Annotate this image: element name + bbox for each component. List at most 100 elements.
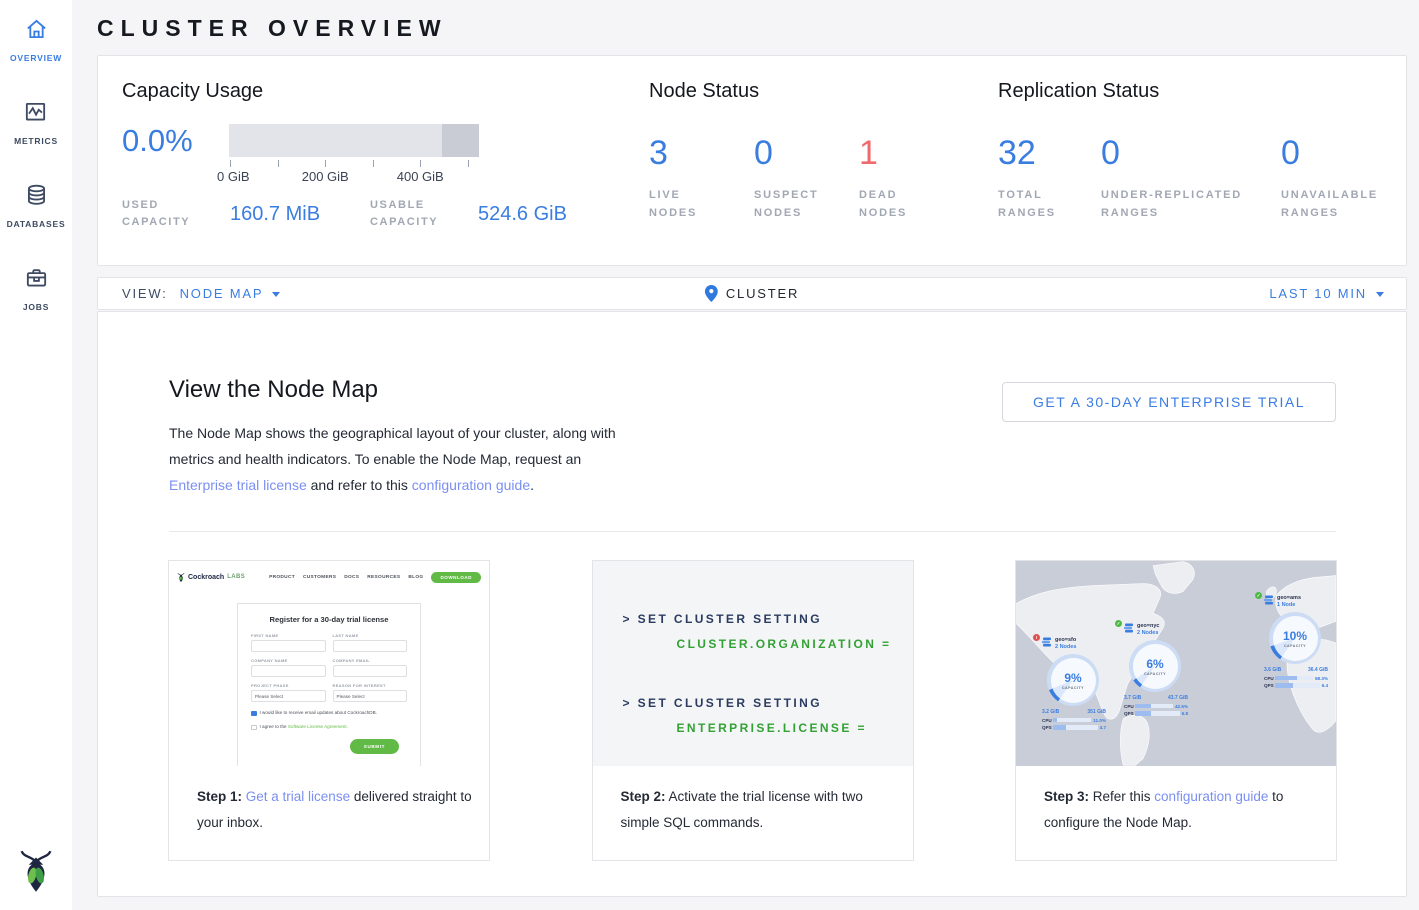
- capacity-label: CAPACITY: [1284, 644, 1306, 648]
- capacity-label: CAPACITY: [1144, 672, 1166, 676]
- field-label: COMPANY EMAIL: [333, 658, 408, 663]
- trial-register-form: Register for a 30-day trial license FIRS…: [237, 603, 421, 766]
- usable-capacity-value: 524.6 GiB: [478, 203, 567, 226]
- license-agreement-link: Software License Agreement.: [288, 724, 348, 729]
- configuration-guide-link[interactable]: configuration guide: [1154, 789, 1268, 804]
- capacity-total: 36.4 GiB: [1308, 667, 1328, 673]
- form-title: Register for a 30-day trial license: [251, 615, 407, 624]
- node-map-heading: View the Node Map: [169, 376, 378, 404]
- capacity-donut: 9% CAPACITY: [1047, 654, 1099, 706]
- stat-label: DEAD NODES: [859, 186, 937, 222]
- locality-name: geo=nyc: [1137, 623, 1159, 629]
- mini-cockroach-logo: Cockroach LABS: [177, 572, 245, 583]
- chevron-down-icon: [272, 292, 280, 297]
- capacity-percent: 9%: [1064, 671, 1081, 685]
- sidebar-item-metrics[interactable]: METRICS: [14, 99, 58, 146]
- usable-capacity-label: USABLE CAPACITY: [370, 197, 464, 231]
- text-input: [333, 640, 408, 652]
- cpu-label: CPU: [1264, 676, 1273, 681]
- configuration-guide-link[interactable]: configuration guide: [412, 477, 530, 493]
- stat-under-replicated-ranges: 0 UNDER-REPLICATED RANGES: [1101, 133, 1281, 222]
- stat-value: 0: [1101, 133, 1281, 173]
- section-divider: [169, 531, 1336, 532]
- checkbox-text: I agree to the: [260, 724, 288, 729]
- step1-card: Cockroach LABS PRODUCT CUSTOMERS DOCS RE…: [168, 560, 490, 861]
- cluster-summary-panel: Capacity Usage 0.0% 0 GiB 200 GiB 400 Gi…: [97, 55, 1407, 266]
- briefcase-icon: [23, 265, 50, 296]
- view-selector-value: NODE MAP: [180, 286, 264, 301]
- capacity-total: 351 GiB: [1087, 709, 1106, 715]
- sidebar-item-label: JOBS: [23, 302, 49, 312]
- locality-widget-nyc: ✓ geo=nyc 2 Nodes 6% CAPACITY: [1124, 623, 1188, 716]
- node-map-panel: View the Node Map The Node Map shows the…: [97, 311, 1407, 897]
- cluster-breadcrumb-label: CLUSTER: [726, 286, 799, 301]
- nav-item: DOCS: [344, 575, 359, 580]
- qps-label: QPS: [1042, 725, 1051, 730]
- step3-card: ! geo=sfo 2 Nodes 9% CAPACITY: [1015, 560, 1337, 861]
- locality-name: geo=ams: [1277, 595, 1301, 601]
- step1-screenshot: Cockroach LABS PRODUCT CUSTOMERS DOCS RE…: [169, 561, 489, 766]
- step-number: Step 3:: [1044, 789, 1089, 804]
- text-input: [333, 665, 408, 677]
- cockroach-labs-logo-icon: [18, 849, 54, 898]
- stat-live-nodes: 3 LIVE NODES: [649, 133, 754, 222]
- capacity-donut: 10% CAPACITY: [1269, 612, 1321, 664]
- dead-status-badge: !: [1033, 634, 1040, 641]
- prompt-symbol: >: [623, 612, 632, 626]
- stat-label: UNDER-REPLICATED RANGES: [1101, 186, 1271, 222]
- capacity-used-percent: 0.0%: [122, 124, 229, 185]
- step2-caption: Step 2: Activate the trial license with …: [593, 766, 913, 860]
- home-icon: [23, 16, 50, 47]
- sidebar-item-overview[interactable]: OVERVIEW: [10, 16, 62, 63]
- capacity-usage-section: Capacity Usage 0.0% 0 GiB 200 GiB 400 Gi…: [98, 56, 649, 265]
- nav-item: CUSTOMERS: [303, 575, 336, 580]
- locality-node-count: 2 Nodes: [1055, 644, 1076, 650]
- stat-value: 0: [1281, 133, 1391, 173]
- sidebar-item-jobs[interactable]: JOBS: [23, 265, 50, 312]
- step-number: Step 2:: [621, 789, 666, 804]
- nodes-stack-icon: [1124, 623, 1134, 633]
- capacity-percent: 10%: [1283, 629, 1307, 643]
- database-icon: [23, 182, 50, 213]
- stat-value: 32: [998, 133, 1101, 173]
- stat-label: UNAVAILABLE RANGES: [1281, 186, 1391, 222]
- stat-dead-nodes: 1 DEAD NODES: [859, 133, 964, 222]
- get-trial-license-link[interactable]: Get a trial license: [246, 789, 350, 804]
- capacity-used: 3.6 GiB: [1264, 667, 1281, 673]
- enterprise-trial-button[interactable]: GET A 30-DAY ENTERPRISE TRIAL: [1002, 382, 1336, 422]
- capacity-gauge-ticks: [229, 159, 479, 168]
- download-button: DOWNLOAD: [431, 572, 481, 583]
- capacity-used: 3.2 GiB: [1042, 709, 1059, 715]
- stat-label: SUSPECT NODES: [754, 186, 832, 222]
- checkbox-unchecked: [251, 725, 257, 731]
- cpu-value: 42.5%: [1175, 704, 1188, 709]
- nav-item: PRODUCT: [269, 575, 295, 580]
- time-range-dropdown[interactable]: LAST 10 MIN: [1269, 286, 1384, 301]
- replication-status-section: Replication Status 32 TOTAL RANGES 0 UND…: [998, 56, 1391, 265]
- locality-node-count: 1 Node: [1277, 602, 1301, 608]
- sidebar-item-databases[interactable]: DATABASES: [7, 182, 66, 229]
- cockroach-bug-icon: [177, 572, 185, 583]
- view-bar: VIEW: NODE MAP CLUSTER LAST 10 MIN: [97, 277, 1407, 310]
- gauge-tick-label-200: 200 GiB: [302, 169, 349, 184]
- live-status-badge: ✓: [1255, 592, 1262, 599]
- enterprise-trial-license-link[interactable]: Enterprise trial license: [169, 477, 307, 493]
- qps-value: 5.8: [1182, 711, 1188, 716]
- field-label: REASON FOR INTEREST: [333, 683, 408, 688]
- stat-label: TOTAL RANGES: [998, 186, 1076, 222]
- checkbox-label: I agree to the Software License Agreemen…: [260, 724, 348, 729]
- view-selector-dropdown[interactable]: NODE MAP: [180, 286, 281, 301]
- capacity-label: CAPACITY: [1062, 686, 1084, 690]
- gauge-tick-label-400: 400 GiB: [397, 169, 444, 184]
- capacity-gauge-bar: [229, 124, 479, 157]
- node-status-title: Node Status: [649, 80, 998, 103]
- select-input: Please Select: [251, 690, 326, 702]
- capacity-gauge: 0 GiB 200 GiB 400 GiB: [229, 124, 479, 185]
- capacity-total: 43.7 GiB: [1168, 695, 1188, 701]
- locality-node-count: 2 Nodes: [1137, 630, 1159, 636]
- stat-unavailable-ranges: 0 UNAVAILABLE RANGES: [1281, 133, 1391, 222]
- step-number: Step 1:: [197, 789, 242, 804]
- sidebar-item-label: OVERVIEW: [10, 53, 62, 63]
- qps-value: 6.4: [1322, 683, 1328, 688]
- code-text: SET CLUSTER SETTING: [638, 696, 822, 710]
